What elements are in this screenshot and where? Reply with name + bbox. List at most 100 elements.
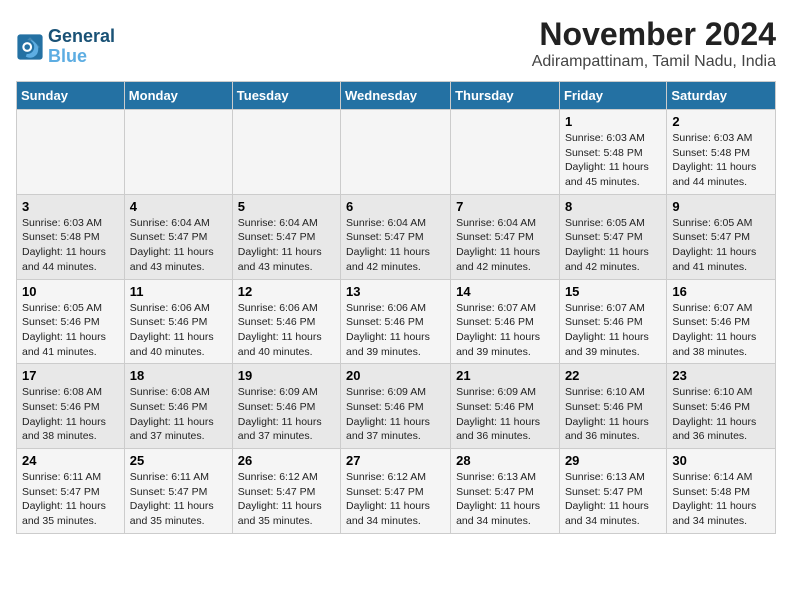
day-detail: Sunrise: 6:07 AM Sunset: 5:46 PM Dayligh… (456, 301, 554, 360)
day-cell: 23 Sunrise: 6:10 AM Sunset: 5:46 PM Dayli… (667, 364, 776, 449)
day-number: 16 (672, 284, 770, 299)
day-cell: 7 Sunrise: 6:04 AM Sunset: 5:47 PM Daylig… (451, 194, 560, 279)
day-detail: Sunrise: 6:08 AM Sunset: 5:46 PM Dayligh… (22, 385, 119, 444)
day-number: 5 (238, 199, 335, 214)
day-detail: Sunrise: 6:03 AM Sunset: 5:48 PM Dayligh… (565, 131, 661, 190)
day-cell: 11Sunrise: 6:06 AM Sunset: 5:46 PM Dayli… (124, 279, 232, 364)
day-number: 9 (672, 199, 770, 214)
day-detail: Sunrise: 6:04 AM Sunset: 5:47 PM Dayligh… (346, 216, 445, 275)
day-detail: Sunrise: 6:03 AM Sunset: 5:48 PM Dayligh… (22, 216, 119, 275)
header-cell-wednesday: Wednesday (341, 82, 451, 110)
day-number: 3 (22, 199, 119, 214)
day-detail: Sunrise: 6:12 AM Sunset: 5:47 PM Dayligh… (346, 470, 445, 529)
day-cell: 2 Sunrise: 6:03 AM Sunset: 5:48 PM Daylig… (667, 110, 776, 195)
day-detail: Sunrise: 6:09 AM Sunset: 5:46 PM Dayligh… (346, 385, 445, 444)
day-number: 17 (22, 368, 119, 383)
day-number: 2 (672, 114, 770, 129)
day-cell (341, 110, 451, 195)
day-detail: Sunrise: 6:04 AM Sunset: 5:47 PM Dayligh… (130, 216, 227, 275)
location-title: Adirampattinam, Tamil Nadu, India (532, 53, 776, 71)
day-detail: Sunrise: 6:04 AM Sunset: 5:47 PM Dayligh… (456, 216, 554, 275)
day-cell: 12 Sunrise: 6:06 AM Sunset: 5:46 PM Dayli… (232, 279, 340, 364)
day-number: 14 (456, 284, 554, 299)
day-cell: 25 Sunrise: 6:11 AM Sunset: 5:47 PM Dayli… (124, 449, 232, 534)
header-cell-thursday: Thursday (451, 82, 560, 110)
day-cell (451, 110, 560, 195)
title-section: November 2024 Adirampattinam, Tamil Nadu… (532, 16, 776, 71)
day-cell: 16 Sunrise: 6:07 AM Sunset: 5:46 PM Dayli… (667, 279, 776, 364)
day-number: 22 (565, 368, 661, 383)
day-cell: 5Sunrise: 6:04 AM Sunset: 5:47 PM Daylig… (232, 194, 340, 279)
top-bar: General Blue November 2024 Adirampattina… (16, 16, 776, 75)
day-detail: Sunrise: 6:13 AM Sunset: 5:47 PM Dayligh… (565, 470, 661, 529)
header-cell-monday: Monday (124, 82, 232, 110)
day-detail: Sunrise: 6:09 AM Sunset: 5:46 PM Dayligh… (456, 385, 554, 444)
header-cell-saturday: Saturday (667, 82, 776, 110)
day-detail: Sunrise: 6:07 AM Sunset: 5:46 PM Dayligh… (672, 301, 770, 360)
day-number: 12 (238, 284, 335, 299)
header-cell-tuesday: Tuesday (232, 82, 340, 110)
day-detail: Sunrise: 6:14 AM Sunset: 5:48 PM Dayligh… (672, 470, 770, 529)
day-cell: 20Sunrise: 6:09 AM Sunset: 5:46 PM Dayli… (341, 364, 451, 449)
day-detail: Sunrise: 6:11 AM Sunset: 5:47 PM Dayligh… (130, 470, 227, 529)
day-number: 23 (672, 368, 770, 383)
day-cell: 17 Sunrise: 6:08 AM Sunset: 5:46 PM Dayli… (17, 364, 125, 449)
day-detail: Sunrise: 6:08 AM Sunset: 5:46 PM Dayligh… (130, 385, 227, 444)
day-detail: Sunrise: 6:05 AM Sunset: 5:47 PM Dayligh… (565, 216, 661, 275)
day-cell: 21 Sunrise: 6:09 AM Sunset: 5:46 PM Dayli… (451, 364, 560, 449)
day-number: 21 (456, 368, 554, 383)
calendar-table: SundayMondayTuesdayWednesdayThursdayFrid… (16, 81, 776, 534)
logo-icon (16, 33, 44, 61)
day-number: 29 (565, 453, 661, 468)
day-cell: 19 Sunrise: 6:09 AM Sunset: 5:46 PM Dayli… (232, 364, 340, 449)
day-cell: 22 Sunrise: 6:10 AM Sunset: 5:46 PM Dayli… (559, 364, 666, 449)
day-cell: 26 Sunrise: 6:12 AM Sunset: 5:47 PM Dayli… (232, 449, 340, 534)
day-number: 27 (346, 453, 445, 468)
day-detail: Sunrise: 6:03 AM Sunset: 5:48 PM Dayligh… (672, 131, 770, 190)
day-number: 19 (238, 368, 335, 383)
week-row-2: 3 Sunrise: 6:03 AM Sunset: 5:48 PM Daylig… (17, 194, 776, 279)
week-row-1: 1 Sunrise: 6:03 AM Sunset: 5:48 PM Daylig… (17, 110, 776, 195)
day-detail: Sunrise: 6:05 AM Sunset: 5:46 PM Dayligh… (22, 301, 119, 360)
day-cell: 1 Sunrise: 6:03 AM Sunset: 5:48 PM Daylig… (559, 110, 666, 195)
week-row-5: 24Sunrise: 6:11 AM Sunset: 5:47 PM Dayli… (17, 449, 776, 534)
day-number: 30 (672, 453, 770, 468)
day-cell (232, 110, 340, 195)
day-number: 7 (456, 199, 554, 214)
day-number: 18 (130, 368, 227, 383)
day-cell: 9 Sunrise: 6:05 AM Sunset: 5:47 PM Daylig… (667, 194, 776, 279)
day-number: 26 (238, 453, 335, 468)
day-detail: Sunrise: 6:12 AM Sunset: 5:47 PM Dayligh… (238, 470, 335, 529)
week-row-4: 17 Sunrise: 6:08 AM Sunset: 5:46 PM Dayli… (17, 364, 776, 449)
day-detail: Sunrise: 6:06 AM Sunset: 5:46 PM Dayligh… (238, 301, 335, 360)
header-cell-sunday: Sunday (17, 82, 125, 110)
day-detail: Sunrise: 6:07 AM Sunset: 5:46 PM Dayligh… (565, 301, 661, 360)
day-cell: 30 Sunrise: 6:14 AM Sunset: 5:48 PM Dayli… (667, 449, 776, 534)
day-cell (124, 110, 232, 195)
day-detail: Sunrise: 6:09 AM Sunset: 5:46 PM Dayligh… (238, 385, 335, 444)
day-detail: Sunrise: 6:13 AM Sunset: 5:47 PM Dayligh… (456, 470, 554, 529)
day-number: 28 (456, 453, 554, 468)
day-cell (17, 110, 125, 195)
day-cell: 6Sunrise: 6:04 AM Sunset: 5:47 PM Daylig… (341, 194, 451, 279)
day-detail: Sunrise: 6:05 AM Sunset: 5:47 PM Dayligh… (672, 216, 770, 275)
day-detail: Sunrise: 6:10 AM Sunset: 5:46 PM Dayligh… (672, 385, 770, 444)
day-detail: Sunrise: 6:10 AM Sunset: 5:46 PM Dayligh… (565, 385, 661, 444)
logo-text: General Blue (48, 27, 115, 67)
week-row-3: 10 Sunrise: 6:05 AM Sunset: 5:46 PM Dayli… (17, 279, 776, 364)
day-number: 10 (22, 284, 119, 299)
day-detail: Sunrise: 6:06 AM Sunset: 5:46 PM Dayligh… (346, 301, 445, 360)
day-number: 1 (565, 114, 661, 129)
day-cell: 28 Sunrise: 6:13 AM Sunset: 5:47 PM Dayli… (451, 449, 560, 534)
logo-line2: Blue (48, 47, 115, 67)
header-cell-friday: Friday (559, 82, 666, 110)
day-detail: Sunrise: 6:11 AM Sunset: 5:47 PM Dayligh… (22, 470, 119, 529)
day-cell: 18 Sunrise: 6:08 AM Sunset: 5:46 PM Dayli… (124, 364, 232, 449)
day-number: 11 (130, 284, 227, 299)
day-number: 25 (130, 453, 227, 468)
header-row: SundayMondayTuesdayWednesdayThursdayFrid… (17, 82, 776, 110)
day-cell: 3 Sunrise: 6:03 AM Sunset: 5:48 PM Daylig… (17, 194, 125, 279)
day-cell: 27 Sunrise: 6:12 AM Sunset: 5:47 PM Dayli… (341, 449, 451, 534)
day-cell: 24Sunrise: 6:11 AM Sunset: 5:47 PM Dayli… (17, 449, 125, 534)
day-cell: 14 Sunrise: 6:07 AM Sunset: 5:46 PM Dayli… (451, 279, 560, 364)
